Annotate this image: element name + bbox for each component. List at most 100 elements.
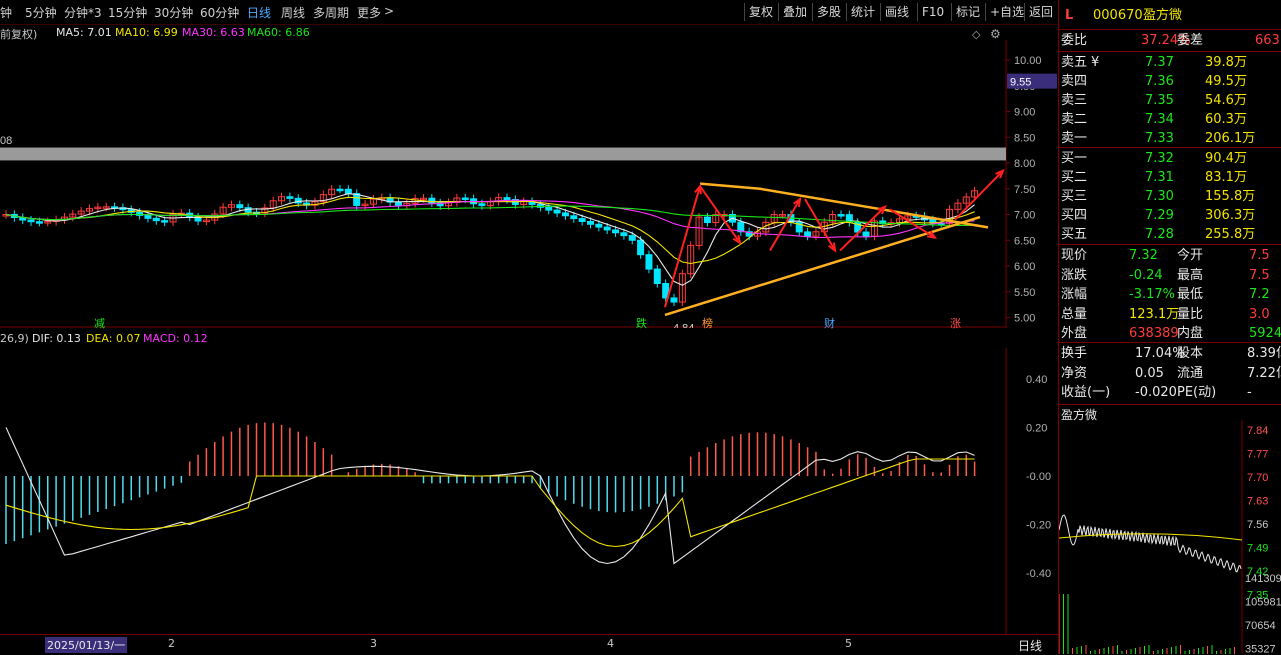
- sell-level-price: 7.33: [1145, 131, 1174, 146]
- candle-body: [804, 231, 812, 237]
- candle-body: [461, 197, 469, 200]
- stat-row: 净资 0.05 流通 7.22亿: [1059, 364, 1281, 383]
- tab-15min[interactable]: 15分钟: [108, 4, 147, 21]
- stat-value: -: [1247, 385, 1252, 400]
- event-tag-reduce[interactable]: 减: [92, 315, 107, 331]
- sell-level-label: 卖三: [1061, 93, 1088, 108]
- stat-row: 外盘 638389内盘 59241: [1059, 324, 1281, 343]
- y-tick-label: 5.00: [1014, 313, 1035, 325]
- tab-minute[interactable]: 钟: [0, 4, 12, 21]
- stat-value: 8.39亿: [1247, 346, 1281, 361]
- stat-value: 7.5: [1249, 267, 1270, 283]
- intraday-mini-chart[interactable]: 7.847.777.707.637.567.497.427.3514130910…: [1059, 420, 1281, 654]
- stat-label: 总量: [1061, 306, 1088, 322]
- candle-body: [578, 218, 586, 222]
- sell-level-price: 7.37: [1145, 55, 1174, 70]
- sell-level-row: 卖四 7.36 49.5万: [1059, 72, 1281, 91]
- add-watchlist-button[interactable]: +自选: [985, 3, 1028, 21]
- stat-label: 今开: [1177, 248, 1204, 263]
- buy-level-volume: 90.4万: [1205, 151, 1247, 166]
- tab-60min[interactable]: 60分钟: [200, 4, 239, 21]
- buy-level-price: 7.30: [1145, 189, 1174, 204]
- mini-volume-label: 70654: [1245, 620, 1276, 632]
- overlay-button[interactable]: 叠加: [778, 3, 811, 21]
- kline-chart[interactable]: 10.009.509.008.508.007.507.006.506.005.5…: [0, 40, 1058, 328]
- buy-level-volume: 255.8万: [1205, 227, 1256, 242]
- weicha-value: 663: [1255, 33, 1280, 48]
- tab-more[interactable]: 更多: [357, 4, 381, 21]
- y-tick-label: 0.20: [1026, 422, 1047, 434]
- event-tag-drop[interactable]: 跌: [634, 315, 649, 331]
- stat-value: 59241: [1249, 326, 1281, 341]
- tab-5min[interactable]: 5分钟: [25, 4, 57, 21]
- cursor-date-label: 2025/01/13/一: [45, 637, 128, 653]
- macd-chart[interactable]: 0.40 0.20 -0.00 -0.20 -0.40: [0, 348, 1058, 634]
- stat-value: 7.5: [1249, 248, 1270, 263]
- sell-level-row: 卖五 ¥7.37 39.8万: [1059, 53, 1281, 72]
- flag-label: L: [1065, 8, 1074, 23]
- period-label: 日线: [1018, 639, 1043, 653]
- dif-legend: DIF: 0.13: [32, 332, 81, 345]
- stat-label: 外盘: [1061, 326, 1088, 341]
- f10-button[interactable]: F10: [917, 3, 948, 21]
- tab-daily[interactable]: 日线: [247, 4, 271, 21]
- stat-label: 最低: [1177, 287, 1204, 302]
- stock-code: 000670: [1093, 8, 1143, 23]
- ma5-legend: MA5: 7.01: [56, 26, 112, 39]
- buy-level-volume: 155.8万: [1205, 189, 1256, 204]
- candle-body: [587, 220, 594, 225]
- dif-line: [5, 427, 975, 565]
- event-tag-list[interactable]: 榜: [700, 315, 715, 331]
- stat-row: 现价 7.32 今开 7.5: [1059, 246, 1281, 265]
- y-tick-label: 5.50: [1014, 287, 1035, 299]
- month-label: 3: [370, 637, 377, 650]
- candle-body: [286, 196, 294, 199]
- mini-y-label: 7.49: [1247, 543, 1268, 555]
- sell-level-price: 7.36: [1145, 74, 1174, 89]
- tab-weekly[interactable]: 周线: [281, 4, 305, 21]
- mini-y-label: 7.56: [1247, 519, 1268, 531]
- candle-body: [628, 235, 636, 241]
- candle-body: [637, 239, 645, 256]
- statistics-button[interactable]: 统计: [846, 3, 879, 21]
- buy-level-label: 买五: [1061, 227, 1088, 242]
- candle-body: [545, 206, 553, 211]
- draw-line-button[interactable]: 画线: [880, 3, 913, 21]
- buy-level-label: 买二: [1061, 170, 1088, 185]
- event-tag-rise[interactable]: 涨: [948, 315, 963, 331]
- mark-button[interactable]: 标记: [951, 3, 984, 21]
- y-tick-label: 7.50: [1014, 184, 1035, 196]
- quote-panel: L 000670 盈方微 委比 37.24% 委差 663 卖五 ¥7.37 39.…: [1058, 0, 1281, 654]
- buy-level-label: 买三: [1061, 189, 1088, 204]
- ma60-legend: MA60: 6.86: [247, 26, 310, 39]
- candle-body: [862, 231, 870, 237]
- sell-level-label: 卖五: [1061, 55, 1088, 70]
- y-tick-label: 10.00: [1014, 55, 1042, 67]
- chevron-right-icon[interactable]: >: [384, 4, 394, 18]
- candle-body: [653, 268, 661, 285]
- stat-label: 股本: [1177, 346, 1204, 361]
- sell-level-price: 7.35: [1145, 93, 1174, 108]
- candle-body: [561, 212, 569, 217]
- stat-row: 涨跌 -0.24 最高 7.5: [1059, 266, 1281, 285]
- y-tick-label: 0.40: [1026, 374, 1047, 386]
- candle-body: [553, 209, 561, 214]
- stat-value: -3.17%: [1129, 287, 1175, 302]
- gear-icon[interactable]: ⚙: [990, 27, 1001, 41]
- multi-stock-button[interactable]: 多股: [812, 3, 845, 21]
- adjust-button[interactable]: 复权: [744, 3, 777, 21]
- event-tag-finance[interactable]: 财: [822, 315, 837, 331]
- back-button[interactable]: 返回: [1024, 3, 1057, 21]
- month-label: 2: [168, 637, 175, 650]
- mini-y-label: 7.63: [1247, 496, 1268, 508]
- buy-level-price: 7.32: [1145, 151, 1174, 166]
- buy-level-volume: 83.1万: [1205, 170, 1247, 185]
- tab-multi-period[interactable]: 多周期: [313, 4, 349, 21]
- candle-body: [336, 188, 344, 192]
- tab-30min[interactable]: 30分钟: [154, 4, 193, 21]
- tab-min-x3[interactable]: 分钟*3: [64, 4, 102, 21]
- sell-level-row: 卖一 7.33 206.1万: [1059, 129, 1281, 148]
- candle-body: [620, 232, 628, 237]
- candle-body: [703, 216, 711, 224]
- mini-y-label: 7.70: [1247, 472, 1268, 484]
